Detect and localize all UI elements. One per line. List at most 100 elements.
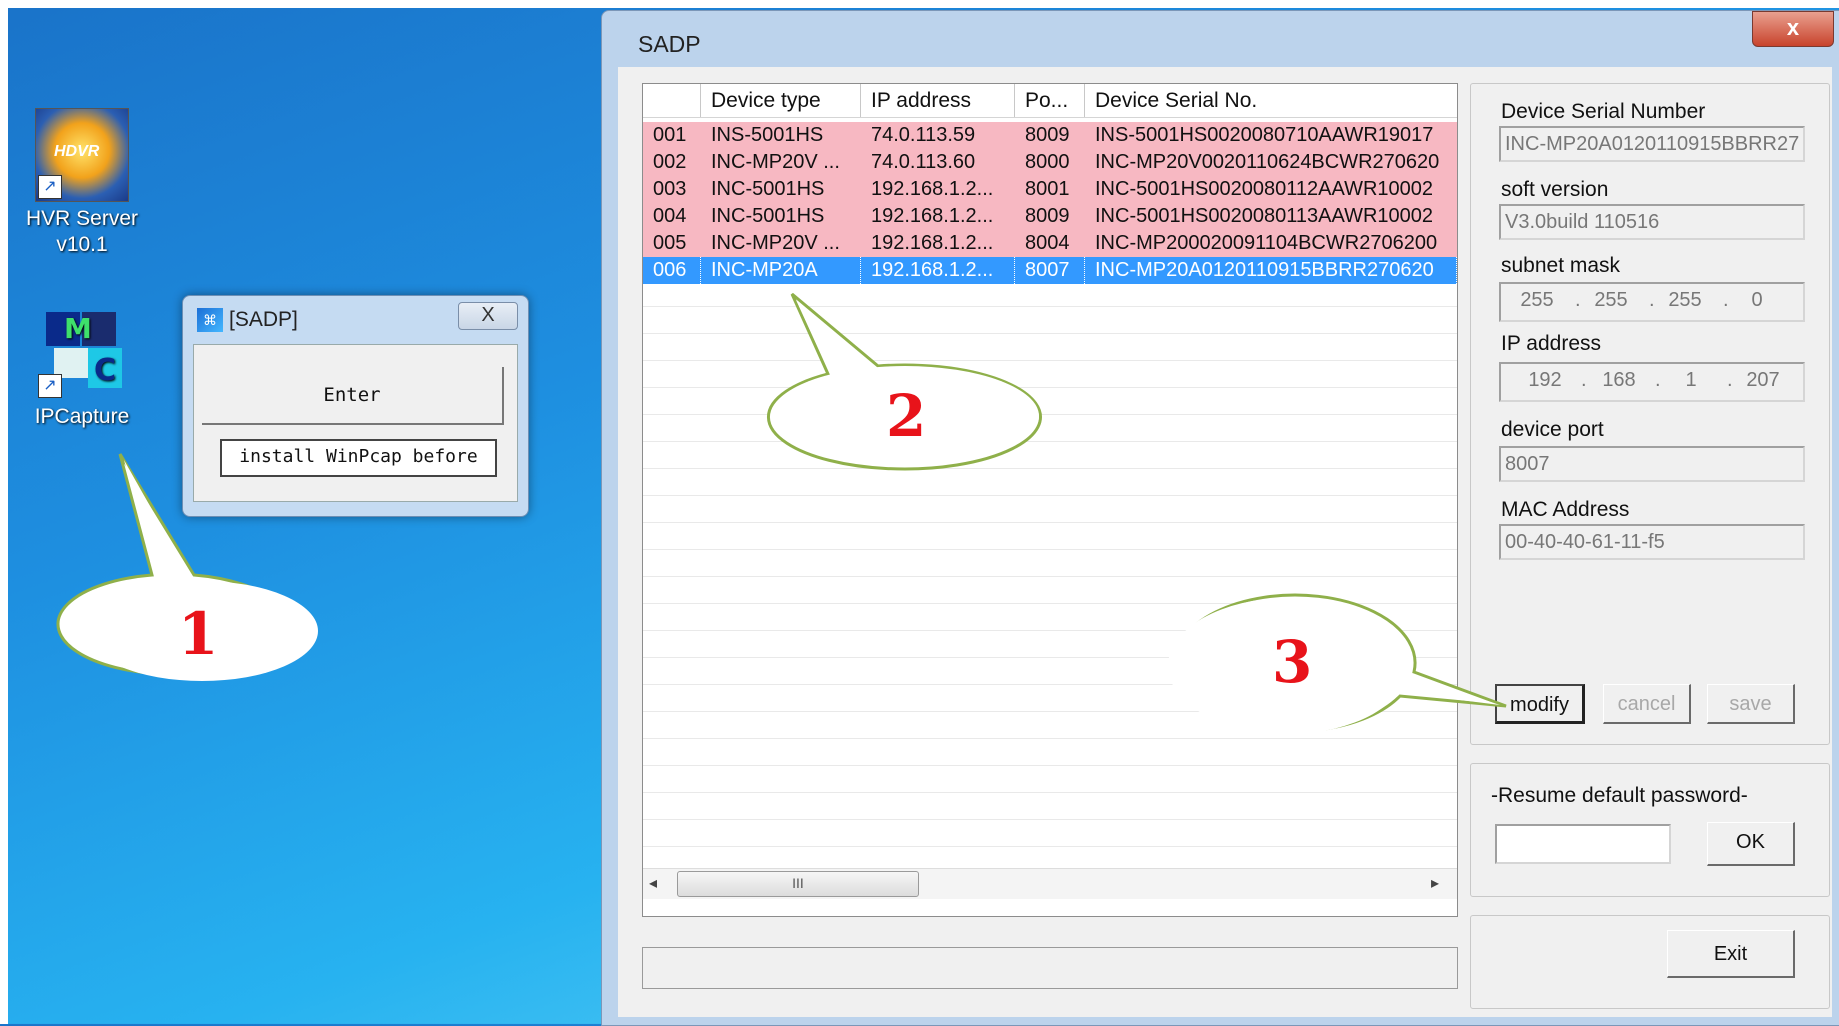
mask-octet-4: 0 <box>1751 289 1763 311</box>
cell-index: 005 <box>653 232 687 254</box>
cell-ip-address: 74.0.113.60 <box>871 151 976 173</box>
window-client: Device type IP address Po... Device Seri… <box>618 67 1832 1017</box>
status-bar <box>642 947 1458 989</box>
screen-border-left <box>0 0 8 1024</box>
ip-octet-3: 1 <box>1685 369 1697 391</box>
ip-dot: . <box>1581 369 1587 391</box>
cell-port: 8007 <box>1015 257 1085 284</box>
column-header-serial[interactable]: Device Serial No. <box>1085 84 1457 117</box>
device-list[interactable]: Device type IP address Po... Device Seri… <box>642 83 1458 917</box>
resume-password-group: -Resume default password- OK <box>1470 763 1830 897</box>
svg-text:M: M <box>64 312 92 345</box>
cell-serial: INC-MP20A0120110915BBRR270620 <box>1085 257 1457 284</box>
column-header-index[interactable] <box>643 84 701 117</box>
table-row[interactable]: 002 INC-MP20V ... 74.0.113.60 8000 INC-MP20V… <box>643 149 1457 176</box>
cell-serial: INC-5001HS0020080113AAWR10002 <box>1095 205 1433 227</box>
desktop-icon-ipcapture[interactable]: M C ↗ IPCapture <box>22 308 142 430</box>
scroll-left-icon[interactable]: ◂ <box>649 873 657 893</box>
callout-2: 2 <box>766 290 1068 495</box>
cell-serial: INC-MP20V0020110624BCWR270620 <box>1095 151 1440 173</box>
mask-octet-2: 255 <box>1594 289 1628 311</box>
device-port-field[interactable]: 8007 <box>1499 446 1805 482</box>
mask-octet-1: 255 <box>1520 289 1554 311</box>
ok-button[interactable]: OK <box>1707 822 1795 866</box>
ipcapture-icon: M C ↗ <box>36 308 128 400</box>
ip-octet-2: 168 <box>1602 369 1636 391</box>
desktop-icon-hvr-server[interactable]: HDVR ↗ HVR Server v10.1 <box>22 108 142 258</box>
cell-ip-address: 192.168.1.2... <box>871 178 994 200</box>
column-header-ip-address[interactable]: IP address <box>861 84 1015 117</box>
ip-address-field[interactable]: 192 . 168 . 1 . 207 <box>1499 362 1805 402</box>
device-details-group: Device Serial Number INC-MP20A0120110915… <box>1470 83 1830 745</box>
mac-address-field: 00-40-40-61-11-f5 <box>1499 524 1805 560</box>
subnet-mask-field[interactable]: 255 . 255 . 255 . 0 <box>1499 282 1805 322</box>
cell-device-type: INS-5001HS <box>711 124 824 146</box>
ip-octet-4: 207 <box>1746 369 1780 391</box>
cell-serial: INS-5001HS0020080710AAWR19017 <box>1095 124 1434 146</box>
soft-version-label: soft version <box>1501 178 1609 201</box>
close-button[interactable]: x <box>1752 11 1834 47</box>
list-header: Device type IP address Po... Device Seri… <box>643 84 1457 118</box>
screen-border-top <box>0 0 1839 8</box>
shortcut-arrow-icon: ↗ <box>38 374 62 398</box>
table-row[interactable]: 006 INC-MP20A 192.168.1.2... 8007 INC-MP20A0… <box>643 257 1457 284</box>
callout-number: 2 <box>886 382 927 450</box>
serial-field: INC-MP20A0120110915BBRR27 <box>1499 126 1805 162</box>
table-row[interactable]: 003 INC-5001HS 192.168.1.2... 8001 INC-5001H… <box>643 176 1457 203</box>
sadp-app-icon: ⌘ <box>197 308 223 333</box>
ip-dot: . <box>1649 289 1655 311</box>
subnet-mask-label: subnet mask <box>1501 254 1621 277</box>
cell-port: 8000 <box>1025 151 1070 173</box>
cell-port: 8009 <box>1025 124 1070 146</box>
column-header-port[interactable]: Po... <box>1015 84 1085 117</box>
shortcut-arrow-icon: ↗ <box>38 175 62 199</box>
password-input[interactable] <box>1495 824 1671 864</box>
ip-octet-1: 192 <box>1528 369 1562 391</box>
enter-button[interactable]: Enter <box>202 367 504 425</box>
table-row[interactable]: 005 INC-MP20V ... 192.168.1.2... 8004 INC-MP… <box>643 230 1457 257</box>
soft-version-field: V3.0build 110516 <box>1499 204 1805 240</box>
cell-index: 002 <box>653 151 687 173</box>
cell-index: 004 <box>653 205 687 227</box>
desktop-icon-label-version: v10.1 <box>56 233 108 256</box>
window-title-text: [SADP] <box>229 308 298 331</box>
cell-ip-address: 74.0.113.59 <box>871 124 976 146</box>
column-header-device-type[interactable]: Device type <box>701 84 861 117</box>
cell-port: 8001 <box>1025 178 1070 200</box>
callout-1: 1 <box>56 440 356 705</box>
scroll-thumb[interactable]: III <box>677 871 919 897</box>
cell-serial: INC-5001HS0020080112AAWR10002 <box>1095 178 1433 200</box>
resume-password-label: -Resume default password- <box>1491 784 1748 807</box>
cell-port: 8004 <box>1025 232 1070 254</box>
cell-port: 8009 <box>1025 205 1070 227</box>
ip-dot: . <box>1727 369 1733 391</box>
sadp-main-window: SADP x Device type IP address Po... Devi… <box>601 10 1839 1026</box>
hvr-badge-text: HDVR <box>54 143 100 160</box>
cell-ip-address: 192.168.1.2... <box>871 205 994 227</box>
save-button[interactable]: save <box>1707 684 1795 724</box>
mac-address-label: MAC Address <box>1501 498 1630 521</box>
scroll-right-icon[interactable]: ▸ <box>1431 873 1439 893</box>
callout-3: 3 <box>1160 586 1520 751</box>
ip-dot: . <box>1575 289 1581 311</box>
horizontal-scrollbar[interactable]: ◂ III ▸ <box>643 868 1457 899</box>
serial-label: Device Serial Number <box>1501 100 1706 123</box>
mask-octet-3: 255 <box>1668 289 1702 311</box>
cell-device-type: INC-MP20V ... <box>711 232 840 254</box>
cell-device-type: INC-5001HS <box>711 178 825 200</box>
table-row[interactable]: 001 INS-5001HS 74.0.113.59 8009 INS-5001HS00… <box>643 122 1457 149</box>
svg-text:C: C <box>94 353 116 388</box>
device-port-label: device port <box>1501 418 1604 441</box>
cell-ip-address: 192.168.1.2... <box>861 257 1015 284</box>
hvr-server-icon: HDVR ↗ <box>35 108 129 202</box>
cell-index: 003 <box>653 178 687 200</box>
cell-index: 001 <box>653 124 687 146</box>
table-row[interactable]: 004 INC-5001HS 192.168.1.2... 8009 INC-5001H… <box>643 203 1457 230</box>
callout-number: 3 <box>1272 628 1313 696</box>
cell-index: 006 <box>643 257 701 284</box>
close-button[interactable]: X <box>458 302 518 330</box>
cell-device-type: INC-5001HS <box>711 205 825 227</box>
exit-button[interactable]: Exit <box>1667 930 1795 978</box>
cancel-button[interactable]: cancel <box>1603 684 1691 724</box>
exit-group: Exit <box>1470 915 1830 1009</box>
